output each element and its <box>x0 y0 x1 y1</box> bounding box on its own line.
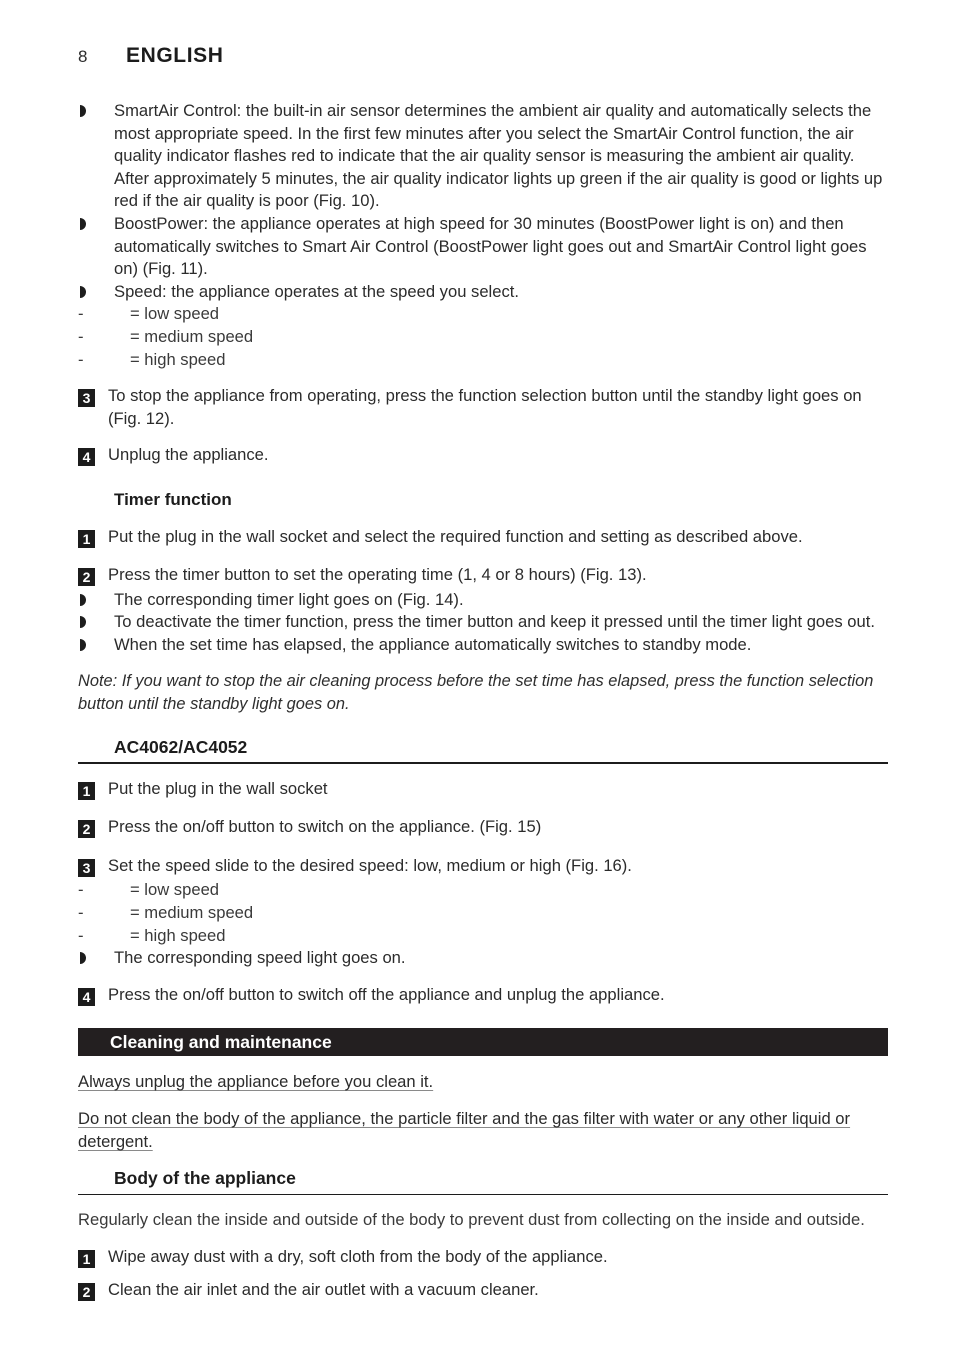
step-text: Press the timer button to set the operat… <box>108 565 647 585</box>
step-text: Unplug the appliance. <box>108 445 269 465</box>
bullet-text: When the set time has elapsed, the appli… <box>114 634 752 654</box>
manual-page: 8 ENGLISH SmartAir Control: the built-in… <box>0 0 954 1354</box>
dash-marker: - <box>78 880 84 900</box>
step-number-badge: 4 <box>78 444 108 469</box>
running-head: 8 ENGLISH <box>78 44 888 72</box>
dash-marker: - <box>78 304 84 324</box>
section-heading-model: AC4062/AC4052 <box>78 736 888 764</box>
section-heading-body-of-appliance: Body of the appliance <box>78 1167 888 1196</box>
step-number-badge: 3 <box>78 385 108 410</box>
step-text: Put the plug in the wall socket and sele… <box>108 526 803 546</box>
dash-marker: - <box>78 925 84 945</box>
half-disc-bullet-icon <box>78 589 114 606</box>
body-intro-paragraph: Regularly clean the inside and outside o… <box>78 1210 865 1230</box>
numbered-step: 1 Wipe away dust with a dry, soft cloth … <box>78 1246 888 1271</box>
dash-marker: - <box>78 349 84 369</box>
step-number-badge: 3 <box>78 855 108 880</box>
list-item: - = medium speed <box>78 902 888 925</box>
numbered-step: 4 Press the on/off button to switch off … <box>78 984 888 1009</box>
numbered-step: 2 Press the on/off button to switch on t… <box>78 816 888 841</box>
list-item: To deactivate the timer function, press … <box>78 611 888 634</box>
step-text: Put the plug in the wall socket <box>108 778 328 798</box>
list-item: - = medium speed <box>78 326 888 349</box>
half-disc-bullet-icon <box>78 634 114 651</box>
list-item: BoostPower: the appliance operates at hi… <box>78 213 888 281</box>
list-item: - = high speed <box>78 925 888 948</box>
step-number-badge: 2 <box>78 816 108 841</box>
list-item: SmartAir Control: the built-in air senso… <box>78 100 888 213</box>
bullet-text: Speed: the appliance operates at the spe… <box>114 281 519 301</box>
numbered-step: 1 Put the plug in the wall socket and se… <box>78 526 888 551</box>
page-content: SmartAir Control: the built-in air senso… <box>78 100 888 1303</box>
half-disc-bullet-icon <box>78 281 114 298</box>
bullet-text: The corresponding timer light goes on (F… <box>114 589 464 609</box>
speed-label: = high speed <box>130 349 226 369</box>
speed-label: = low speed <box>130 304 220 324</box>
speed-label: = medium speed <box>130 326 254 346</box>
list-item: The corresponding timer light goes on (F… <box>78 589 888 612</box>
bullet-text: The corresponding speed light goes on. <box>114 948 406 968</box>
step-number-badge: 1 <box>78 778 108 803</box>
step-text: Press the on/off button to switch off th… <box>108 984 665 1004</box>
section-banner-cleaning-and-maintenance: Cleaning and maintenance <box>78 1028 888 1057</box>
page-number: 8 <box>78 47 88 66</box>
bullet-text: BoostPower: the appliance operates at hi… <box>114 213 867 279</box>
speed-label: = high speed <box>130 925 226 945</box>
page-title: ENGLISH <box>126 44 224 67</box>
list-item: - = high speed <box>78 349 888 372</box>
step-number-badge: 1 <box>78 1246 108 1271</box>
step-number-badge: 2 <box>78 1279 108 1304</box>
section-heading-body-label: Body of the appliance <box>114 1168 296 1189</box>
numbered-step: 2 Press the timer button to set the oper… <box>78 564 888 589</box>
step-number-badge: 1 <box>78 526 108 551</box>
half-disc-bullet-icon <box>78 100 114 117</box>
section-heading-model-label: AC4062/AC4052 <box>114 736 248 757</box>
step-text: Press the on/off button to switch on the… <box>108 817 542 837</box>
half-disc-bullet-icon <box>78 947 114 965</box>
dash-marker: - <box>78 903 84 923</box>
step-text: Clean the air inlet and the air outlet w… <box>108 1279 539 1299</box>
bullet-text: SmartAir Control: the built-in air senso… <box>114 101 883 211</box>
list-item: When the set time has elapsed, the appli… <box>78 634 888 657</box>
dash-marker: - <box>78 326 84 346</box>
warning-text-unplug: Always unplug the appliance before you c… <box>78 1072 434 1092</box>
section-heading-timer-function: Timer function <box>114 489 232 509</box>
step-number-badge: 2 <box>78 564 108 589</box>
list-item: - = low speed <box>78 303 888 326</box>
numbered-step: 3 To stop the appliance from operating, … <box>78 385 888 430</box>
speed-label: = low speed <box>130 880 220 900</box>
list-item: - = low speed <box>78 879 888 902</box>
numbered-step: 2 Clean the air inlet and the air outlet… <box>78 1279 888 1304</box>
half-disc-bullet-icon <box>78 213 114 230</box>
note-paragraph: Note: If you want to stop the air cleani… <box>78 672 874 714</box>
step-text: To stop the appliance from operating, pr… <box>108 386 862 428</box>
half-disc-bullet-icon <box>78 611 114 629</box>
list-item: Speed: the appliance operates at the spe… <box>78 281 888 304</box>
step-text: Wipe away dust with a dry, soft cloth fr… <box>108 1246 608 1266</box>
step-number-badge: 4 <box>78 984 108 1009</box>
warning-text-no-water: Do not clean the body of the appliance, … <box>78 1109 851 1152</box>
step-text: Set the speed slide to the desired speed… <box>108 855 632 875</box>
speed-label: = medium speed <box>130 903 254 923</box>
list-item: The corresponding speed light goes on. <box>78 947 888 970</box>
numbered-step: 1 Put the plug in the wall socket <box>78 778 888 803</box>
numbered-step: 3 Set the speed slide to the desired spe… <box>78 855 888 880</box>
numbered-step: 4 Unplug the appliance. <box>78 444 888 469</box>
bullet-text: To deactivate the timer function, press … <box>114 612 875 632</box>
